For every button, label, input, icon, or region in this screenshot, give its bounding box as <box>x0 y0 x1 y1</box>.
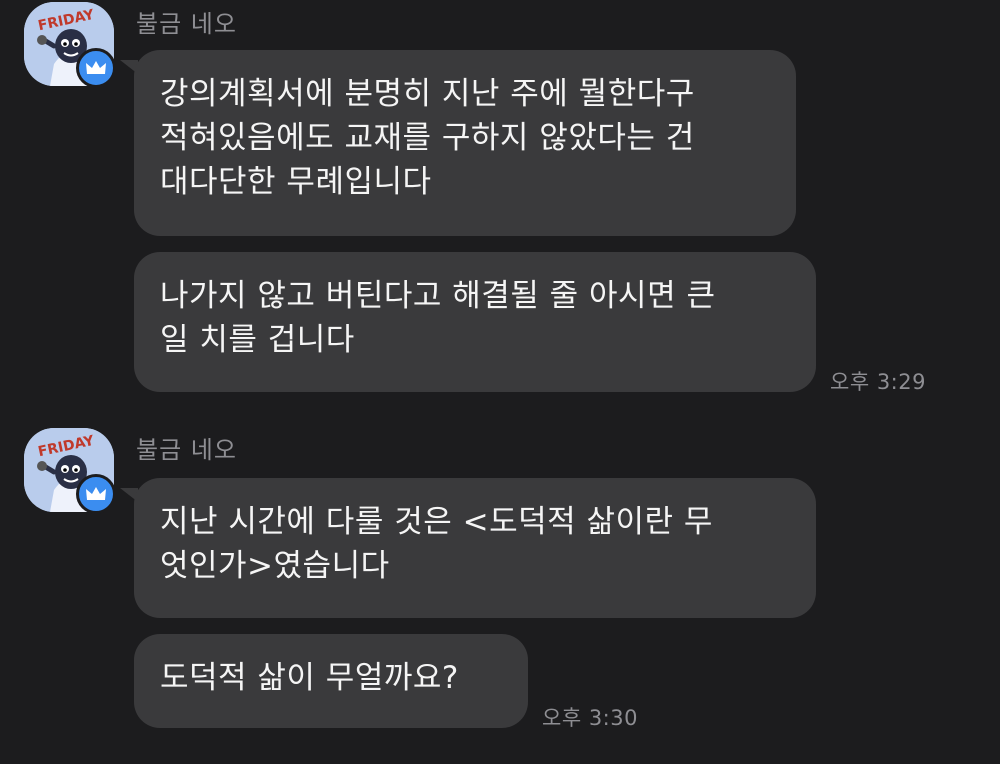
chat-view: FRIDAY 불금 네오 강의계획서에 분명히 지난 주에 뭘한다구 적혀있음에… <box>0 0 1000 764</box>
avatar[interactable]: FRIDAY <box>24 2 116 88</box>
message-line: 도덕적 삶이 무얼까요? <box>160 660 459 696</box>
message-bubble[interactable]: 나가지 않고 버틴다고 해결될 줄 아시면 큰 일 치를 겁니다 <box>134 252 816 392</box>
message-timestamp: 오후 3:30 <box>542 706 638 730</box>
crown-icon <box>76 48 116 88</box>
sender-name: 불금 네오 <box>136 10 237 38</box>
message-line: 나가지 않고 버틴다고 해결될 줄 아시면 큰 <box>160 278 716 314</box>
message-line: 대다단한 무례입니다 <box>160 164 432 200</box>
avatar[interactable]: FRIDAY <box>24 428 116 514</box>
message-bubble[interactable]: 지난 시간에 다룰 것은 <도덕적 삶이란 무 엇인가>였습니다 <box>134 478 816 618</box>
message-bubble[interactable]: 도덕적 삶이 무얼까요? <box>134 634 528 728</box>
message-line: 엇인가>였습니다 <box>160 548 390 584</box>
message-timestamp: 오후 3:29 <box>830 370 926 394</box>
message-line: 일 치를 겁니다 <box>160 322 355 358</box>
sender-name: 불금 네오 <box>136 436 237 464</box>
message-bubble[interactable]: 강의계획서에 분명히 지난 주에 뭘한다구 적혀있음에도 교재를 구하지 않았다… <box>134 50 796 236</box>
message-line: 강의계획서에 분명히 지난 주에 뭘한다구 <box>160 76 695 112</box>
message-line: 적혀있음에도 교재를 구하지 않았다는 건 <box>160 120 695 156</box>
message-line: 지난 시간에 다룰 것은 <도덕적 삶이란 무 <box>160 504 713 540</box>
crown-icon <box>76 474 116 514</box>
